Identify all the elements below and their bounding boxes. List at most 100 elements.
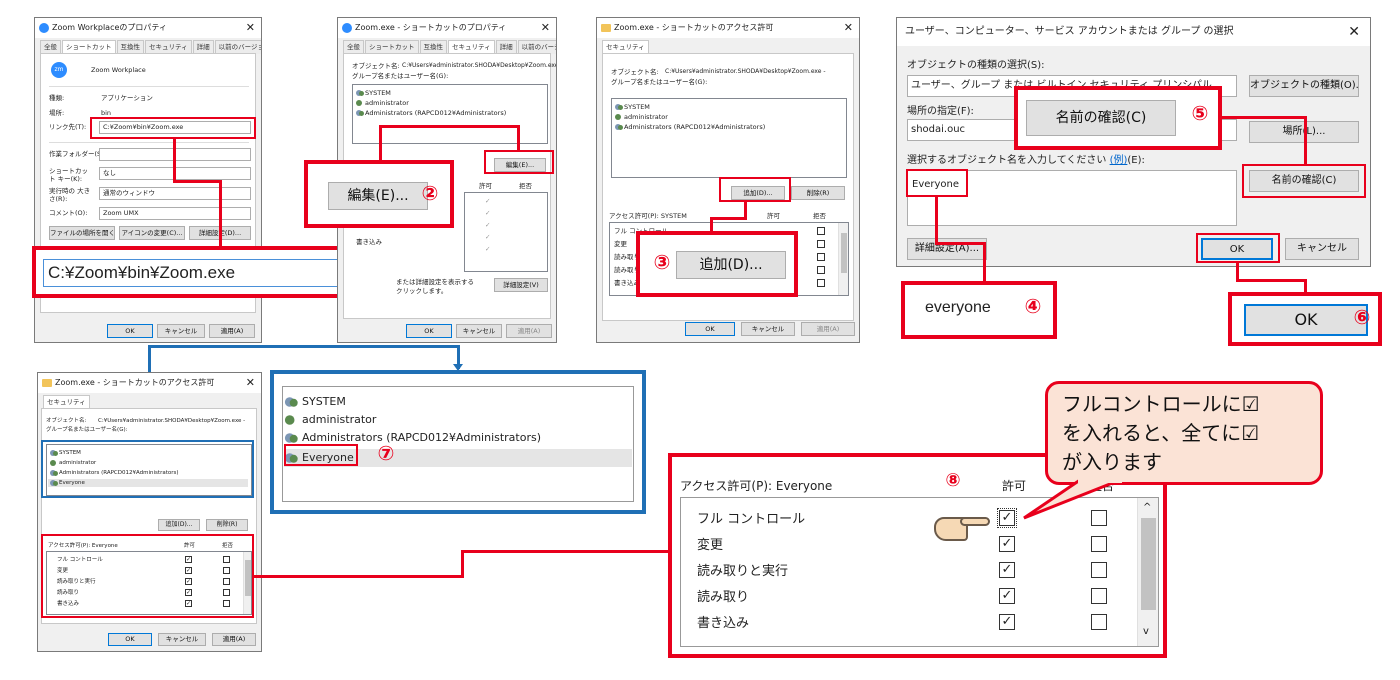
edit-highlight: [484, 150, 554, 174]
comment-input[interactable]: Zoom UMX: [99, 207, 251, 220]
user-icon: [615, 114, 622, 120]
tab-security[interactable]: セキュリティ: [448, 40, 495, 54]
allow-header: 許可: [479, 182, 492, 190]
remove-button[interactable]: 削除(R): [206, 519, 248, 531]
scroll-thumb[interactable]: [841, 233, 847, 273]
everyone-highlight: [284, 444, 358, 466]
tab-previous[interactable]: 以前のバージョン: [214, 40, 261, 54]
tab-shortcut[interactable]: ショートカット: [365, 40, 419, 54]
user-list-highlight: [41, 440, 254, 498]
close-icon[interactable]: ✕: [246, 18, 255, 38]
list-item[interactable]: Administrators (RAPCD012¥Administrators): [356, 109, 506, 117]
title-bar: Zoom Workplaceのプロパティ ✕: [35, 18, 261, 38]
deny-checkbox[interactable]: [817, 279, 825, 287]
note-line-2: を入れると、全てに☑: [1062, 421, 1260, 445]
tab-details[interactable]: 詳細: [192, 40, 214, 54]
apply-button[interactable]: 適用(A): [212, 633, 256, 646]
app-name: Zoom Workplace: [91, 66, 146, 74]
tab-strip: セキュリティ: [602, 40, 650, 54]
group-label: グループ名またはユーザー名(G):: [352, 72, 449, 80]
connector: [710, 217, 747, 220]
connector: [1304, 279, 1307, 293]
tab-strip: セキュリティ: [43, 395, 91, 409]
examples-link[interactable]: (例): [1110, 155, 1128, 166]
list-item[interactable]: SYSTEM: [356, 89, 391, 97]
step-number-6: ⑥: [1353, 305, 1371, 329]
deny-checkbox[interactable]: [817, 253, 825, 261]
add-highlight: [719, 177, 791, 202]
tab-security[interactable]: セキュリティ: [145, 40, 192, 54]
cancel-button[interactable]: キャンセル: [157, 324, 205, 338]
close-icon[interactable]: ✕: [844, 18, 853, 38]
link-highlight: [90, 117, 256, 139]
name-input-highlight: [906, 169, 968, 197]
scrollbar[interactable]: [838, 223, 848, 295]
cancel-button[interactable]: キャンセル: [1285, 238, 1359, 260]
change-icon-button[interactable]: アイコンの変更(C)...: [119, 226, 185, 240]
add-button[interactable]: 追加(D)...: [158, 519, 200, 531]
list-item[interactable]: administrator: [615, 113, 668, 121]
close-icon[interactable]: ✕: [1348, 18, 1360, 46]
location-value: bin: [101, 109, 112, 117]
apply-button[interactable]: 適用(A): [506, 324, 552, 338]
group-label: グループ名またはユーザー名(G):: [611, 78, 708, 86]
apply-button[interactable]: 適用(A): [209, 324, 255, 338]
close-icon[interactable]: ✕: [541, 18, 550, 38]
type-value: アプリケーション: [101, 94, 153, 102]
check-mark: ✓: [485, 233, 491, 241]
deny-checkbox: [1091, 614, 1107, 630]
group-icon: [615, 124, 623, 130]
advanced-button[interactable]: 詳細設定(V): [494, 278, 548, 292]
apply-button[interactable]: 適用(A): [801, 322, 855, 336]
group-label: グループ名またはユーザー名(G):: [46, 427, 128, 433]
ok-button[interactable]: OK: [685, 322, 735, 336]
list-item[interactable]: SYSTEM: [615, 103, 650, 111]
step-number-3: ③: [653, 250, 671, 274]
group-icon: [356, 90, 364, 96]
cancel-button[interactable]: キャンセル: [456, 324, 502, 338]
deny-checkbox[interactable]: [817, 266, 825, 274]
zoom-logo-icon: zm: [51, 62, 67, 78]
tab-previous[interactable]: 以前のバージョン: [517, 40, 556, 54]
check-mark: ✓: [485, 245, 491, 253]
tab-general[interactable]: 全般: [40, 40, 61, 54]
note-pointer: [1023, 470, 1122, 520]
connector: [173, 139, 176, 181]
pointing-hand-icon: [934, 509, 990, 543]
tab-security[interactable]: セキュリティ: [43, 395, 90, 409]
advanced-text: または詳細設定を表示する: [396, 278, 474, 286]
connector: [219, 180, 222, 246]
callout-4: everyone ④: [901, 281, 1057, 339]
perm-label-zoomed: アクセス許可(P): Everyone: [680, 479, 833, 493]
step-number-4: ④: [1024, 294, 1042, 318]
workdir-label: 作業フォルダー(S):: [49, 150, 106, 158]
ok-button[interactable]: OK: [107, 324, 153, 338]
ok-button[interactable]: OK: [406, 324, 452, 338]
tab-details[interactable]: 詳細: [495, 40, 517, 54]
cancel-button[interactable]: キャンセル: [158, 633, 206, 646]
group-icon: [284, 433, 298, 443]
edit-button-zoomed: 編集(E)...: [328, 182, 428, 210]
callout-5: 名前の確認(C) ⑤: [1014, 86, 1222, 150]
tab-security[interactable]: セキュリティ: [602, 40, 649, 54]
tab-shortcut[interactable]: ショートカット: [62, 40, 116, 54]
perm-item: 読み取りと実行: [697, 564, 789, 579]
close-icon[interactable]: ✕: [246, 373, 255, 393]
remove-button[interactable]: 削除(R): [791, 186, 845, 200]
list-item[interactable]: administrator: [356, 99, 409, 107]
open-location-button[interactable]: ファイルの場所を開く(F): [49, 226, 115, 240]
tab-general[interactable]: 全般: [343, 40, 364, 54]
list-item[interactable]: Administrators (RAPCD012¥Administrators): [615, 123, 765, 131]
title-bar: Zoom.exe - ショートカットのアクセス許可 ✕: [597, 18, 859, 38]
connector: [935, 196, 938, 244]
ok-button[interactable]: OK: [108, 633, 152, 646]
deny-checkbox[interactable]: [817, 240, 825, 248]
deny-checkbox[interactable]: [817, 227, 825, 235]
note-line-1: フルコントロールに☑: [1062, 392, 1260, 416]
comment-label: コメント(O):: [49, 209, 88, 217]
tab-compat[interactable]: 互換性: [116, 40, 144, 54]
run-size-select[interactable]: 通常のウィンドウ: [99, 187, 251, 200]
object-types-button[interactable]: オブジェクトの種類(O)...: [1249, 75, 1359, 97]
cancel-button[interactable]: キャンセル: [741, 322, 795, 336]
tab-compat[interactable]: 互換性: [419, 40, 447, 54]
